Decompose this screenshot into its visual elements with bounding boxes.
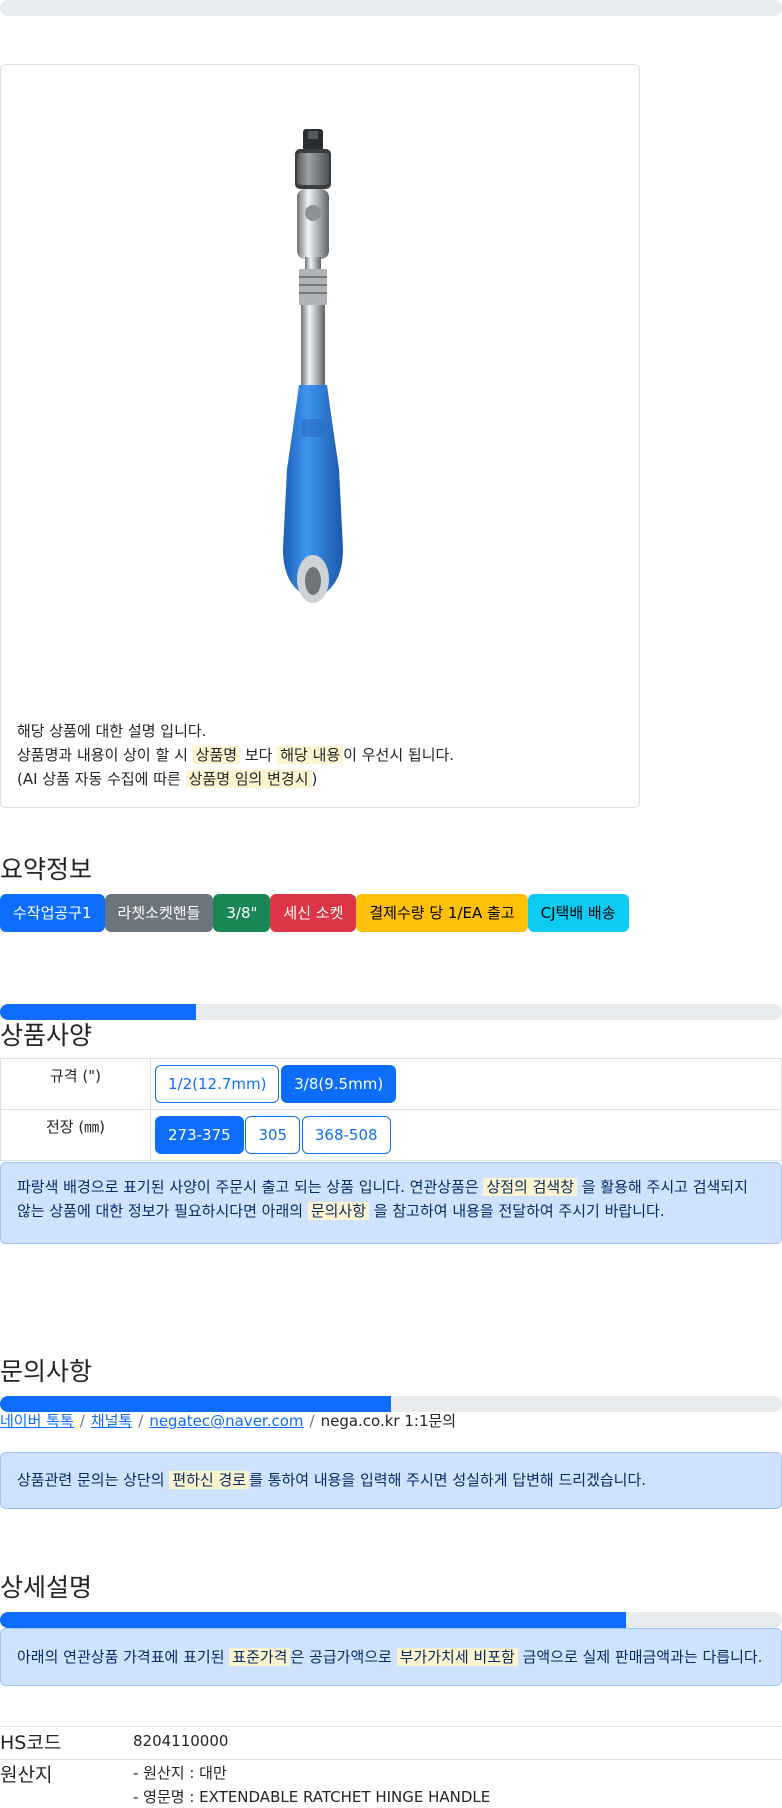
- description-text: ): [311, 770, 318, 788]
- highlight-route: 편하신 경로: [169, 1471, 250, 1489]
- info-value-origin: - 원산지 : 대만: [133, 1764, 227, 1782]
- spec-options-size: 1/2(12.7mm) 3/8(9.5mm): [150, 1058, 782, 1110]
- spec-row-size: 규격 (") 1/2(12.7mm) 3/8(9.5mm): [0, 1058, 782, 1110]
- description-text: 보다: [240, 746, 278, 764]
- highlight-standard-price: 표준가격: [229, 1648, 291, 1666]
- link-separator: /: [138, 1412, 144, 1430]
- naver-talk-link[interactable]: 네이버 톡톡: [0, 1412, 74, 1430]
- product-description: 해당 상품에 대한 설명 입니다. 상품명과 내용이 상이 할 시 상품명 보다…: [17, 719, 454, 791]
- product-card: 해당 상품에 대한 설명 입니다. 상품명과 내용이 상이 할 시 상품명 보다…: [0, 64, 640, 808]
- notice-text: 금액으로 실제 판매금액과는 다릅니다.: [517, 1648, 763, 1666]
- spec-table: 규격 (") 1/2(12.7mm) 3/8(9.5mm) 전장 (㎜) 273…: [0, 1058, 782, 1161]
- inquiry-heading: 문의사항: [0, 1357, 93, 1386]
- option-length-273-375[interactable]: 273-375: [155, 1116, 244, 1154]
- highlight-content: 해당 내용: [277, 746, 344, 764]
- description-text: (AI 상품 자동 수집에 따른: [17, 770, 186, 788]
- spec-row-length: 전장 (㎜) 273-375 305 368-508: [0, 1109, 782, 1161]
- spec-heading: 상품사양: [0, 1021, 93, 1050]
- description-text: 이 우선시 됩니다.: [343, 746, 455, 764]
- info-value-english-name: - 영문명 : EXTENDABLE RATCHET HINGE HANDLE: [133, 1788, 491, 1806]
- description-text: 상품명과 내용이 상이 할 시: [17, 746, 193, 764]
- notice-text: 를 통하여 내용을 입력해 주시면 성실하게 답변해 드리겠습니다.: [249, 1471, 647, 1489]
- notice-text: 을 참고하여 내용을 전달하여 주시기 바랍니다.: [369, 1202, 665, 1220]
- detail-notice: 아래의 연관상품 가격표에 표기된 표준가격 은 공급가액으로 부가가치세 비포함…: [0, 1628, 782, 1686]
- top-progress-bar: [0, 0, 782, 16]
- spec-progress-bar: [0, 1004, 782, 1020]
- highlight-inquiry: 문의사항: [307, 1202, 370, 1220]
- spec-options-length: 273-375 305 368-508: [150, 1109, 782, 1161]
- option-length-368-508[interactable]: 368-508: [301, 1116, 391, 1154]
- summary-badges: 수작업공구1 라쳇소켓핸들 3/8" 세신 소켓 결제수량 당 1/EA 출고 …: [0, 894, 629, 932]
- link-separator: /: [309, 1412, 315, 1430]
- description-line-2: 상품명과 내용이 상이 할 시 상품명 보다 해당 내용 이 우선시 됩니다.: [17, 743, 454, 767]
- spec-notice: 파랑색 배경으로 표기된 사양이 주문시 출고 되는 상품 입니다. 연관상품은…: [0, 1162, 782, 1244]
- option-size-three-eighths[interactable]: 3/8(9.5mm): [281, 1065, 397, 1103]
- notice-text: 아래의 연관상품 가격표에 표기된: [17, 1648, 230, 1666]
- detail-heading: 상세설명: [0, 1573, 93, 1602]
- badge-brand: 세신 소켓: [270, 894, 357, 932]
- badge-shipping: CJ택배 배송: [527, 894, 629, 932]
- link-separator: /: [79, 1412, 85, 1430]
- description-line-3: (AI 상품 자동 수집에 따른 상품명 임의 변경시): [17, 767, 454, 791]
- highlight-search: 상점의 검색창: [483, 1178, 578, 1196]
- notice-text: 은 공급가액으로: [290, 1648, 397, 1666]
- badge-size: 3/8": [213, 894, 271, 932]
- highlight-product-name: 상품명: [192, 746, 241, 764]
- notice-text: 파랑색 배경으로 표기된 사양이 주문시 출고 되는 상품 입니다. 연관상품은: [17, 1178, 484, 1196]
- badge-subcategory: 라쳇소켓핸들: [104, 894, 214, 932]
- spec-label-length: 전장 (㎜): [0, 1109, 151, 1161]
- detail-progress-fill: [0, 1612, 626, 1628]
- notice-text: 상품관련 문의는 상단의: [17, 1471, 170, 1489]
- inquiry-links: 네이버 톡톡 / 채널톡 / negatec@naver.com / nega.co.kr …: [0, 1410, 456, 1431]
- inquiry-notice: 상품관련 문의는 상단의 편하신 경로 를 통하여 내용을 입력해 주시면 성실하…: [0, 1452, 782, 1509]
- detail-progress-bar: [0, 1612, 782, 1628]
- info-key-hs-code: HS코드: [0, 1732, 62, 1754]
- product-image: [283, 129, 343, 603]
- highlight-vat: 부가가치세 비포함: [396, 1648, 518, 1666]
- email-link[interactable]: negatec@naver.com: [149, 1412, 303, 1430]
- info-row-hs-code: HS코드 8204110000: [0, 1726, 782, 1759]
- highlight-name-change: 상품명 임의 변경시: [185, 770, 312, 788]
- info-row-origin: 원산지 - 원산지 : 대만 - 영문명 : EXTENDABLE RATCHE…: [0, 1759, 782, 1808]
- option-length-305[interactable]: 305: [245, 1116, 301, 1154]
- badge-category: 수작업공구1: [0, 894, 105, 932]
- spec-label-size: 규격 ("): [0, 1058, 151, 1110]
- info-value-hs-code: 8204110000: [133, 1732, 229, 1750]
- site-inquiry-text: nega.co.kr 1:1문의: [320, 1412, 457, 1430]
- option-size-half-inch[interactable]: 1/2(12.7mm): [155, 1065, 280, 1103]
- description-line-1: 해당 상품에 대한 설명 입니다.: [17, 722, 207, 740]
- badge-quantity: 결제수량 당 1/EA 출고: [356, 894, 528, 932]
- channel-talk-link[interactable]: 채널톡: [91, 1412, 132, 1430]
- summary-heading: 요약정보: [0, 855, 93, 884]
- info-key-origin: 원산지: [0, 1764, 53, 1786]
